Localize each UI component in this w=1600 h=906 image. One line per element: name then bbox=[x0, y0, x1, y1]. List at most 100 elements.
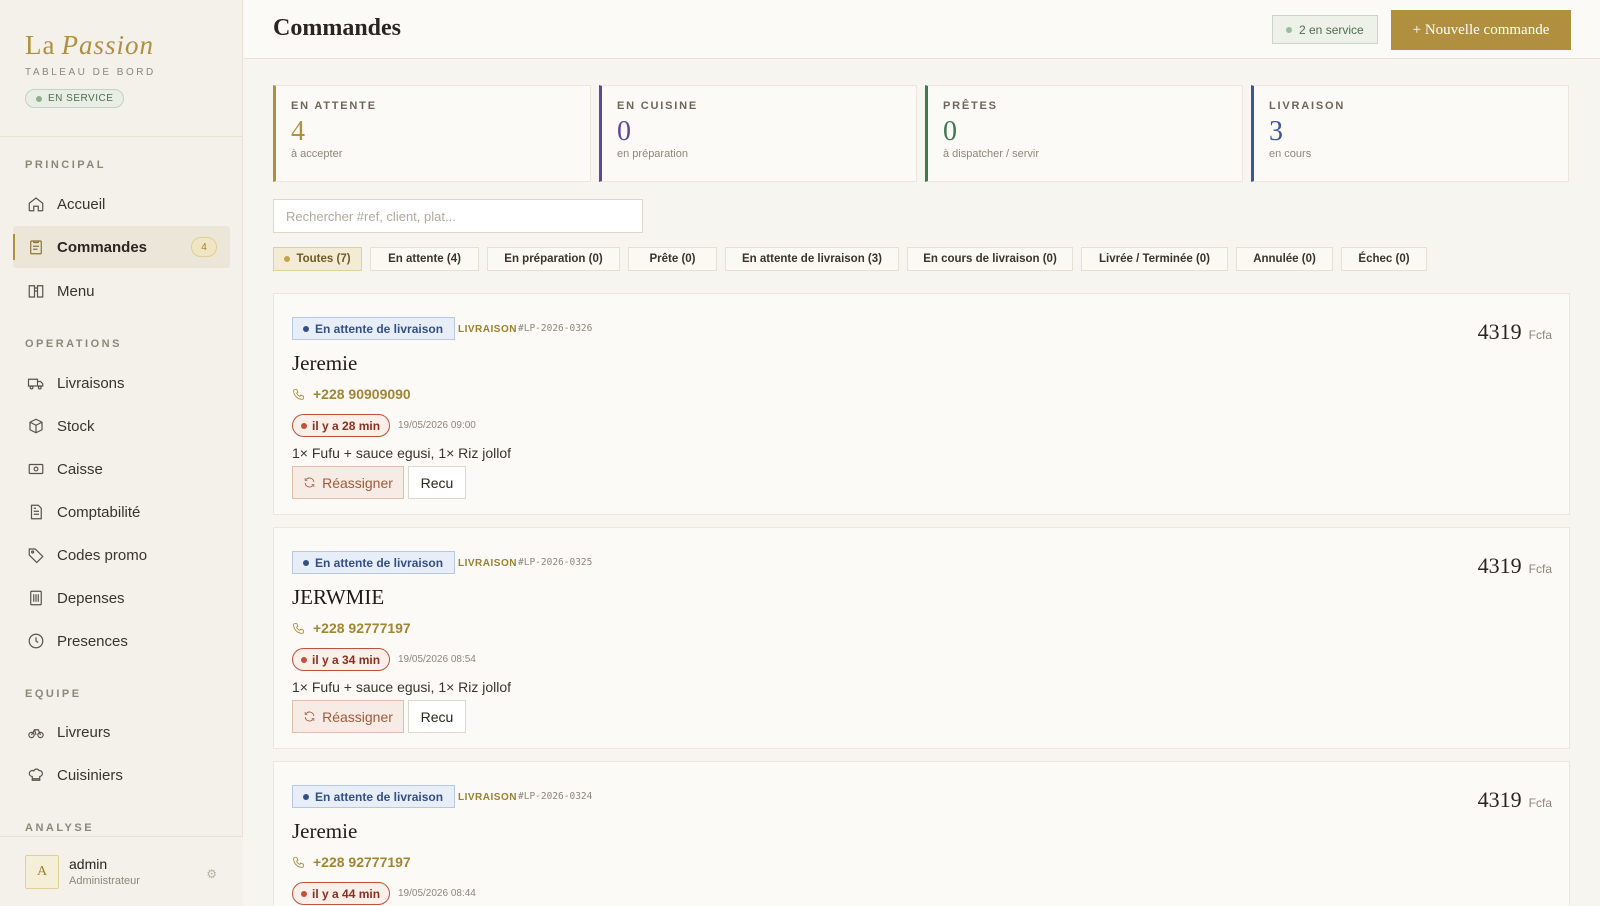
order-card[interactable]: En attente de livraison LIVRAISON #LP-20… bbox=[273, 761, 1570, 906]
client-phone[interactable]: +228 92777197 bbox=[292, 620, 411, 636]
reassign-button[interactable]: Réassigner bbox=[292, 466, 404, 499]
order-date: 19/05/2026 08:54 bbox=[398, 654, 476, 665]
filter-prete[interactable]: Prête (0) bbox=[628, 247, 717, 271]
service-status-pill: EN SERVICE bbox=[25, 89, 125, 108]
sidebar-item-depenses[interactable]: Depenses bbox=[13, 577, 230, 619]
client-name: Jeremie bbox=[292, 351, 358, 375]
filter-echec[interactable]: Échec (0) bbox=[1341, 247, 1427, 271]
status-dot-icon bbox=[303, 793, 309, 800]
status-dot-icon bbox=[1286, 26, 1292, 33]
phone-icon bbox=[293, 388, 304, 400]
stat-card-livraison[interactable]: LIVRAISON 3 en cours bbox=[1251, 85, 1569, 182]
clock-icon bbox=[28, 633, 44, 649]
alert-dot-icon bbox=[301, 422, 307, 429]
client-name: JERWMIE bbox=[292, 585, 385, 609]
avatar: A bbox=[25, 854, 59, 889]
alert-dot-icon bbox=[301, 890, 307, 897]
orders-icon bbox=[30, 240, 42, 255]
order-ref: #LP-2026-0325 bbox=[518, 557, 593, 568]
sidebar-item-comptabilite[interactable]: Comptabilité bbox=[13, 491, 230, 533]
refresh-icon bbox=[304, 711, 315, 722]
sidebar-item-commandes[interactable]: Commandes 4 bbox=[13, 226, 230, 268]
order-amount: 4319 Fcfa bbox=[1477, 319, 1552, 344]
section-label-equipe: EQUIPE bbox=[25, 688, 82, 700]
alert-dot-icon bbox=[301, 656, 307, 663]
filter-en-attente[interactable]: En attente (4) bbox=[370, 247, 479, 271]
order-ref: #LP-2026-0326 bbox=[518, 323, 593, 334]
order-card[interactable]: En attente de livraison LIVRAISON #LP-20… bbox=[273, 527, 1570, 749]
bike-icon bbox=[28, 729, 44, 739]
section-label-operations: OPERATIONS bbox=[25, 338, 122, 350]
status-badge: En attente de livraison bbox=[292, 317, 456, 340]
receipt-button[interactable]: Recu bbox=[408, 700, 466, 733]
order-items: 1× Fufu + sauce egusi, 1× Riz jollof bbox=[292, 679, 512, 695]
sidebar-item-codes-promo[interactable]: Codes promo bbox=[13, 534, 230, 576]
sidebar-item-cuisiniers[interactable]: Cuisiniers bbox=[13, 754, 230, 796]
sidebar-item-livreurs[interactable]: Livreurs bbox=[13, 711, 230, 753]
sidebar-item-livraisons[interactable]: Livraisons bbox=[13, 362, 230, 404]
filter-en-preparation[interactable]: En préparation (0) bbox=[487, 247, 620, 271]
user-profile[interactable]: A admin Administrateur ⚙ bbox=[0, 836, 243, 906]
filter-livree-terminee[interactable]: Livrée / Terminée (0) bbox=[1081, 247, 1228, 271]
stat-card-pretes[interactable]: PRÊTES 0 à dispatcher / servir bbox=[925, 85, 1243, 182]
status-dot-icon bbox=[303, 559, 309, 566]
filter-toutes[interactable]: Toutes (7) bbox=[273, 247, 362, 271]
user-role: Administrateur bbox=[69, 875, 140, 887]
stat-card-en-attente[interactable]: EN ATTENTE 4 à accepter bbox=[273, 85, 591, 182]
chef-hat-icon bbox=[28, 768, 43, 781]
section-label-analyse: ANALYSE bbox=[25, 822, 95, 834]
client-phone[interactable]: +228 92777197 bbox=[292, 854, 411, 870]
filter-en-cours-livraison[interactable]: En cours de livraison (0) bbox=[907, 247, 1073, 271]
status-dot-icon bbox=[36, 95, 42, 102]
elapsed-time-badge: il y a 34 min bbox=[292, 648, 391, 671]
order-date: 19/05/2026 09:00 bbox=[398, 420, 476, 431]
sidebar-item-presences[interactable]: Presences bbox=[13, 620, 230, 662]
search-input[interactable] bbox=[273, 199, 643, 233]
status-badge: En attente de livraison bbox=[292, 551, 456, 574]
filter-annulee[interactable]: Annulée (0) bbox=[1236, 247, 1333, 271]
order-items: 1× Fufu + sauce egusi, 1× Riz jollof bbox=[292, 445, 512, 461]
order-type-tag: LIVRAISON bbox=[458, 324, 517, 335]
phone-icon bbox=[293, 622, 304, 634]
section-label-principal: PRINCIPAL bbox=[25, 159, 106, 171]
home-icon bbox=[28, 197, 44, 212]
receipt-button[interactable]: Recu bbox=[408, 466, 466, 499]
menu-book-icon bbox=[28, 285, 44, 298]
order-amount: 4319 Fcfa bbox=[1477, 553, 1552, 578]
truck-icon bbox=[27, 378, 44, 390]
order-card[interactable]: En attente de livraison LIVRAISON #LP-20… bbox=[273, 293, 1570, 515]
sidebar-item-stock[interactable]: Stock bbox=[13, 405, 230, 447]
elapsed-time-badge: il y a 44 min bbox=[292, 882, 391, 905]
cash-icon bbox=[28, 463, 44, 475]
receipt-icon bbox=[30, 590, 42, 606]
brand: La Passion TABLEAU DE BORD EN SERVICE bbox=[0, 0, 242, 137]
elapsed-time-badge: il y a 28 min bbox=[292, 414, 391, 437]
status-dot-icon bbox=[303, 325, 309, 332]
order-type-tag: LIVRAISON bbox=[458, 792, 517, 803]
order-ref: #LP-2026-0324 bbox=[518, 791, 593, 802]
topbar: Commandes 2 en service + Nouvelle comman… bbox=[244, 0, 1600, 59]
gear-icon[interactable]: ⚙ bbox=[206, 867, 217, 881]
sidebar-item-caisse[interactable]: Caisse bbox=[13, 448, 230, 490]
brand-logo[interactable]: La Passion bbox=[25, 30, 217, 61]
sidebar-item-accueil[interactable]: Accueil bbox=[13, 183, 230, 225]
user-name: admin bbox=[69, 856, 108, 872]
sidebar: La Passion TABLEAU DE BORD EN SERVICE PRI… bbox=[0, 0, 243, 906]
stat-card-en-cuisine[interactable]: EN CUISINE 0 en préparation bbox=[599, 85, 917, 182]
phone-icon bbox=[293, 856, 304, 868]
order-amount: 4319 Fcfa bbox=[1477, 787, 1552, 812]
filter-en-attente-livraison[interactable]: En attente de livraison (3) bbox=[725, 247, 899, 271]
status-badge: En attente de livraison bbox=[292, 785, 456, 808]
document-icon bbox=[30, 504, 42, 520]
client-phone[interactable]: +228 90909090 bbox=[292, 386, 411, 402]
sidebar-item-menu[interactable]: Menu bbox=[13, 270, 230, 312]
order-date: 19/05/2026 08:44 bbox=[398, 888, 476, 899]
orders-count-badge: 4 bbox=[191, 237, 217, 257]
brand-subtitle: TABLEAU DE BORD bbox=[25, 67, 156, 78]
refresh-icon bbox=[304, 477, 315, 488]
box-icon bbox=[29, 418, 43, 434]
staff-in-service-chip[interactable]: 2 en service bbox=[1272, 15, 1378, 44]
new-order-button[interactable]: + Nouvelle commande bbox=[1391, 10, 1571, 50]
reassign-button[interactable]: Réassigner bbox=[292, 700, 404, 733]
tag-icon bbox=[28, 548, 44, 564]
